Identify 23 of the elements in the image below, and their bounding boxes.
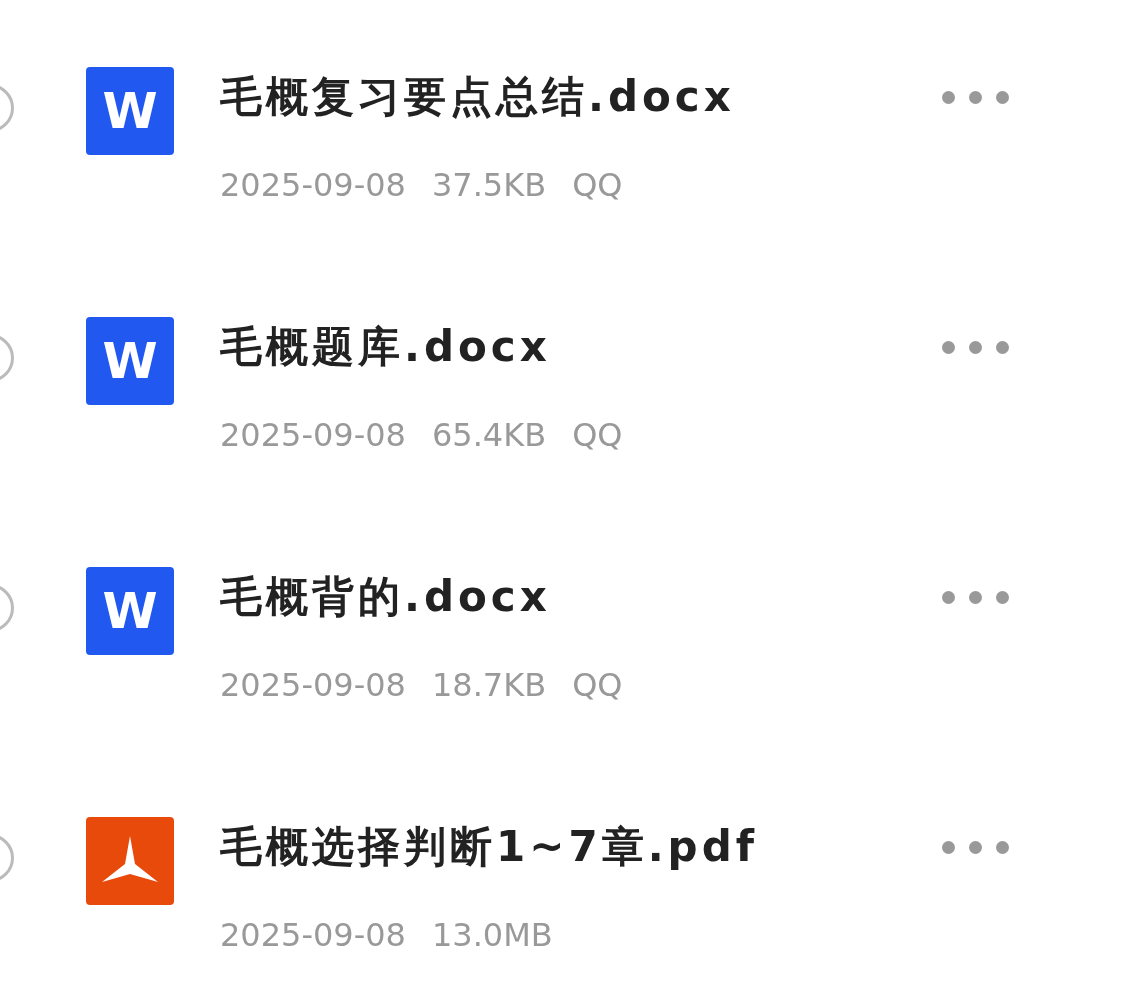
pdf-file-icon	[86, 817, 174, 905]
file-source: QQ	[572, 165, 623, 205]
more-icon[interactable]	[940, 89, 1011, 106]
file-date: 2025-09-08	[220, 415, 406, 455]
more-icon[interactable]	[940, 839, 1011, 856]
file-name[interactable]: 毛概题库.docx	[220, 317, 910, 377]
more-icon[interactable]	[940, 339, 1011, 356]
file-date: 2025-09-08	[220, 915, 406, 955]
file-name[interactable]: 毛概背的.docx	[220, 567, 910, 627]
file-source: QQ	[572, 665, 623, 705]
word-file-icon: W	[86, 67, 174, 155]
more-icon[interactable]	[940, 589, 1011, 606]
file-date: 2025-09-08	[220, 665, 406, 705]
file-source: QQ	[572, 415, 623, 455]
file-name[interactable]: 毛概复习要点总结.docx	[220, 67, 910, 127]
word-file-icon: W	[86, 567, 174, 655]
word-file-icon: W	[86, 317, 174, 405]
file-date: 2025-09-08	[220, 165, 406, 205]
file-size: 37.5KB	[431, 165, 547, 205]
file-name[interactable]: 毛概选择判断1~7章.pdf	[220, 817, 910, 877]
file-size: 18.7KB	[431, 665, 547, 705]
file-size: 65.4KB	[431, 415, 547, 455]
file-size: 13.0MB	[431, 915, 553, 955]
